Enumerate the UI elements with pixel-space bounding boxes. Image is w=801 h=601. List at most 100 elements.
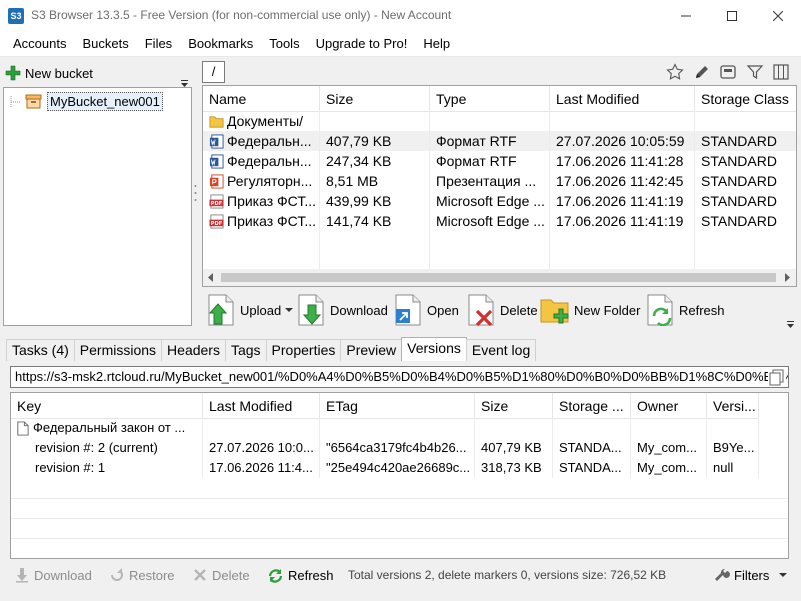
upload-icon <box>208 294 234 326</box>
menu-accounts[interactable]: Accounts <box>5 31 74 57</box>
minimize-button[interactable] <box>663 0 709 31</box>
file-name: Приказ ФСТ... <box>227 213 316 229</box>
menu-tools[interactable]: Tools <box>261 31 307 57</box>
file-size <box>320 111 430 131</box>
upload-button[interactable]: Upload <box>206 293 294 327</box>
left-toolbar-dropdown[interactable] <box>180 77 189 87</box>
version-owner: My_com... <box>631 458 707 478</box>
copy-url-button[interactable] <box>768 368 786 386</box>
file-modified: 27.07.2026 10:05:59 <box>550 131 695 151</box>
open-button[interactable]: Open <box>393 293 459 327</box>
version-group-row[interactable]: Федеральный закон от ... <box>11 418 759 438</box>
vertical-splitter[interactable] <box>194 183 197 203</box>
bucket-name: MyBucket_new001 <box>47 92 163 111</box>
column-version-id[interactable]: Versi... <box>707 393 759 419</box>
bookmark-button[interactable] <box>664 61 686 83</box>
powerpoint-icon <box>209 173 224 189</box>
new-bucket-button[interactable]: New bucket <box>5 65 93 81</box>
tab-tasks[interactable]: Tasks (4) <box>6 339 75 361</box>
empty-row <box>203 231 796 269</box>
column-type[interactable]: Type <box>430 86 550 112</box>
menu-buckets[interactable]: Buckets <box>74 31 136 57</box>
version-download-button[interactable]: Download <box>14 565 92 585</box>
menu-bookmarks[interactable]: Bookmarks <box>180 31 261 57</box>
file-storage: STANDARD <box>701 173 777 189</box>
column-size[interactable]: Size <box>475 393 553 419</box>
column-key[interactable]: Key <box>11 393 203 419</box>
version-row[interactable]: revision #: 2 (current) 27.07.2026 10:0.… <box>11 438 759 458</box>
bucket-tree-item[interactable]: MyBucket_new001 <box>10 92 163 111</box>
new-folder-icon <box>540 299 569 324</box>
dropdown-arrow-icon[interactable] <box>285 307 294 313</box>
column-storage-class[interactable]: Storage Class <box>695 86 796 112</box>
scroll-left-icon[interactable] <box>207 273 215 282</box>
file-row[interactable]: Федеральн... 247,34 KB Формат RTF 17.06.… <box>203 151 796 171</box>
scroll-right-icon[interactable] <box>783 273 791 282</box>
column-size[interactable]: Size <box>320 86 430 112</box>
column-name[interactable]: Name <box>203 86 320 112</box>
version-modified: 27.07.2026 10:0... <box>203 438 320 458</box>
version-restore-button[interactable]: Restore <box>109 565 175 585</box>
pdf-icon: PDF <box>209 193 224 209</box>
refresh-button[interactable]: Refresh <box>645 293 725 327</box>
tab-event-log[interactable]: Event log <box>465 339 537 361</box>
minimize-icon <box>681 15 691 16</box>
tab-preview[interactable]: Preview <box>340 339 403 361</box>
column-last-modified[interactable]: Last Modified <box>203 393 320 419</box>
menu-help[interactable]: Help <box>415 31 458 57</box>
tab-properties[interactable]: Properties <box>265 339 342 361</box>
column-etag[interactable]: ETag <box>320 393 475 419</box>
delete-x-icon <box>194 569 206 581</box>
file-name: Федеральн... <box>227 153 312 169</box>
download-button[interactable]: Download <box>296 293 388 327</box>
version-download-label: Download <box>34 567 92 583</box>
file-type: Презентация ... <box>430 171 550 191</box>
version-refresh-button[interactable]: Refresh <box>267 565 334 585</box>
upload-label: Upload <box>240 302 282 318</box>
menu-files[interactable]: Files <box>137 31 180 57</box>
version-delete-button[interactable]: Delete <box>192 565 250 585</box>
versions-status: Total versions 2, delete markers 0, vers… <box>348 568 667 582</box>
file-row[interactable]: PDF Приказ ФСТ... 141,74 KB Microsoft Ed… <box>203 211 796 231</box>
object-url-field[interactable]: https://s3-msk2.rtcloud.ru/MyBucket_new0… <box>10 366 789 388</box>
column-last-modified[interactable]: Last Modified <box>550 86 695 112</box>
delete-button[interactable]: Delete <box>466 293 538 327</box>
actions-overflow[interactable] <box>786 318 795 333</box>
file-row[interactable]: Документы/ <box>203 111 796 131</box>
version-row[interactable]: revision #: 1 17.06.2026 11:4... "25e494… <box>11 458 759 478</box>
column-owner[interactable]: Owner <box>631 393 707 419</box>
chevron-down-icon <box>787 321 794 328</box>
tab-versions[interactable]: Versions <box>401 337 467 361</box>
filter-button[interactable] <box>744 61 766 83</box>
path-breadcrumb[interactable]: / <box>202 61 225 83</box>
file-modified: 17.06.2026 11:41:28 <box>550 151 695 171</box>
star-icon <box>666 63 684 80</box>
pencil-icon <box>696 66 708 78</box>
maximize-button[interactable] <box>709 0 755 31</box>
bucket-tree: MyBucket_new001 <box>3 87 192 326</box>
columns-button[interactable] <box>770 61 792 83</box>
tab-permissions[interactable]: Permissions <box>73 339 163 361</box>
horizontal-scrollbar[interactable] <box>203 269 796 286</box>
new-folder-button[interactable]: New Folder <box>540 293 640 327</box>
file-row[interactable]: Федеральн... 407,79 KB Формат RTF 27.07.… <box>203 131 796 151</box>
file-row[interactable]: PDF Приказ ФСТ... 439,99 KB Microsoft Ed… <box>203 191 796 211</box>
view-button[interactable] <box>717 61 739 83</box>
menu-upgrade[interactable]: Upgrade to Pro! <box>308 31 416 57</box>
close-button[interactable] <box>755 0 801 31</box>
word-doc-icon <box>209 153 224 169</box>
tab-tags[interactable]: Tags <box>224 339 267 361</box>
column-storage[interactable]: Storage ... <box>553 393 631 419</box>
version-key: Федеральный закон от ... <box>33 420 186 435</box>
file-row[interactable]: Регуляторн... 8,51 MB Презентация ... 17… <box>203 171 796 191</box>
maximize-icon <box>727 10 737 21</box>
refresh-label: Refresh <box>679 302 725 318</box>
version-refresh-label: Refresh <box>288 567 334 583</box>
edit-button[interactable] <box>691 61 713 83</box>
bucket-icon <box>25 94 42 109</box>
tab-headers[interactable]: Headers <box>161 339 226 361</box>
filters-button[interactable]: Filters <box>714 565 788 585</box>
scrollbar-thumb[interactable] <box>221 273 776 282</box>
file-modified <box>550 111 695 131</box>
menu-bar: Accounts Buckets Files Bookmarks Tools U… <box>0 31 801 57</box>
